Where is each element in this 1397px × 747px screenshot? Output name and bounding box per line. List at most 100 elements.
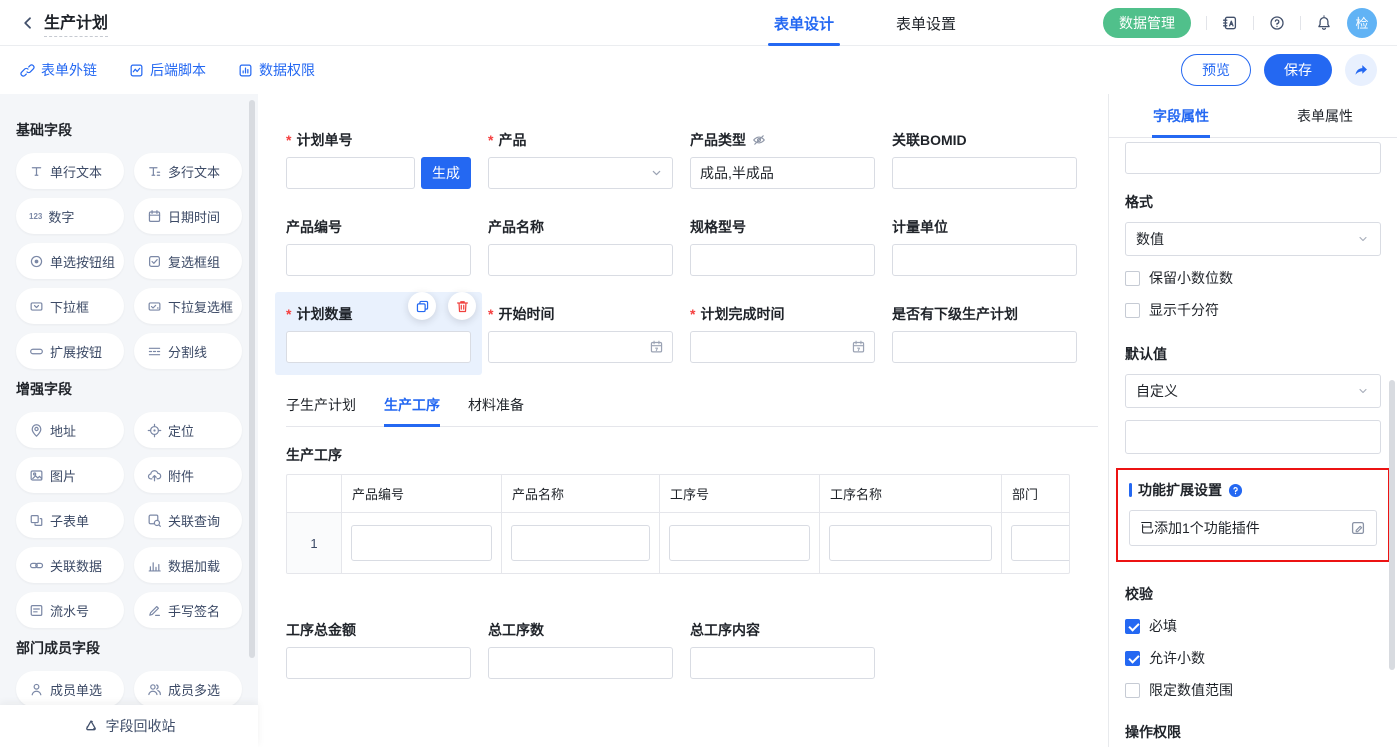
data-manage-button[interactable]: 数据管理 (1103, 8, 1191, 38)
canvas-field[interactable]: 总工序内容 (679, 608, 886, 691)
field-recycle-bin[interactable]: 字段回收站 (0, 705, 258, 747)
sidebar-item[interactable]: 下拉复选框 (134, 288, 242, 324)
canvas-field[interactable]: *计划数量 (275, 292, 482, 375)
field-input[interactable] (690, 331, 875, 363)
default-value-select[interactable]: 自定义 (1125, 374, 1381, 408)
canvas-field[interactable]: *计划完成时间 (679, 292, 886, 375)
sidebar-item[interactable]: 日期时间 (134, 198, 242, 234)
sidebar-item[interactable]: 多行文本 (134, 153, 242, 189)
format-option[interactable]: 保留小数位数 (1125, 268, 1381, 288)
panel-tab-1[interactable]: 表单属性 (1253, 94, 1397, 137)
canvas-field[interactable]: 总工序数 (477, 608, 684, 691)
field-input[interactable] (488, 331, 673, 363)
field-input[interactable]: 成品,半成品 (690, 157, 875, 189)
canvas-field[interactable]: 产品名称 (477, 205, 684, 288)
format-checkbox[interactable] (1125, 303, 1140, 318)
table-cell-input[interactable] (669, 525, 810, 561)
panel-tab-0[interactable]: 字段属性 (1109, 94, 1253, 137)
header-tab-0[interactable]: 表单设计 (768, 0, 840, 46)
toolbar-link[interactable]: 后端脚本 (129, 60, 206, 80)
sidebar-item[interactable]: 图片 (16, 457, 124, 493)
field-input[interactable] (892, 157, 1077, 189)
format-select[interactable]: 数值 (1125, 222, 1381, 256)
preview-button[interactable]: 预览 (1181, 54, 1251, 86)
validation-checkbox[interactable] (1125, 619, 1140, 634)
canvas-field[interactable]: 关联BOMID (881, 118, 1088, 201)
sidebar-item[interactable]: 成员单选 (16, 671, 124, 707)
subform-table[interactable]: 产品编号产品名称工序号工序名称部门 1 (286, 474, 1070, 574)
save-button[interactable]: 保存 (1264, 54, 1332, 86)
share-button[interactable] (1345, 54, 1377, 86)
generate-button[interactable]: 生成 (421, 157, 471, 189)
header-tab-1[interactable]: 表单设置 (890, 0, 962, 46)
edit-icon[interactable] (1350, 520, 1366, 536)
panel-scrollbar[interactable] (1389, 380, 1395, 670)
canvas-field[interactable]: *产品 (477, 118, 684, 201)
validation-option[interactable]: 必填 (1125, 616, 1381, 636)
table-cell-input[interactable] (1011, 525, 1070, 561)
field-property-input[interactable] (1125, 142, 1381, 174)
validation-checkbox[interactable] (1125, 651, 1140, 666)
field-input[interactable] (690, 244, 875, 276)
validation-option[interactable]: 限定数值范围 (1125, 680, 1381, 700)
sidebar-item[interactable]: 关联查询 (134, 502, 242, 538)
toolbar-link[interactable]: 表单外链 (20, 60, 97, 80)
validation-option[interactable]: 允许小数 (1125, 648, 1381, 668)
canvas-field[interactable]: *计划单号生成 (275, 118, 482, 201)
toolbar-link[interactable]: 数据权限 (238, 60, 315, 80)
back-icon[interactable] (20, 15, 36, 31)
canvas-field[interactable]: *开始时间 (477, 292, 684, 375)
sidebar-item[interactable]: 地址 (16, 412, 124, 448)
field-input[interactable] (892, 244, 1077, 276)
default-value-input[interactable] (1125, 420, 1381, 454)
copy-field-button[interactable] (408, 292, 436, 320)
canvas-field[interactable]: 产品类型成品,半成品 (679, 118, 886, 201)
sidebar-item[interactable]: 关联数据 (16, 547, 124, 583)
sidebar-item[interactable]: 123数字 (16, 198, 124, 234)
field-input[interactable] (892, 331, 1077, 363)
field-input[interactable] (286, 331, 471, 363)
field-input[interactable] (286, 157, 415, 189)
table-cell-input[interactable] (829, 525, 992, 561)
page-title[interactable]: 生产计划 (44, 9, 108, 37)
avatar[interactable]: 检 (1347, 8, 1377, 38)
subform-tab-0[interactable]: 子生产计划 (286, 395, 356, 426)
sidebar-item[interactable]: 单行文本 (16, 153, 124, 189)
sidebar-item[interactable]: 附件 (134, 457, 242, 493)
sidebar-item[interactable]: 成员多选 (134, 671, 242, 707)
subform-tab-1[interactable]: 生产工序 (384, 395, 440, 426)
format-option[interactable]: 显示千分符 (1125, 300, 1381, 320)
extension-plugin-field[interactable]: 已添加1个功能插件 (1129, 510, 1377, 546)
sidebar-item[interactable]: 子表单 (16, 502, 124, 538)
field-input[interactable] (488, 647, 673, 679)
sidebar-item[interactable]: 流水号 (16, 592, 124, 628)
canvas-field[interactable]: 规格型号 (679, 205, 886, 288)
canvas-field[interactable]: 工序总金额 (275, 608, 482, 691)
sidebar-scrollbar[interactable] (249, 100, 255, 658)
field-input[interactable] (286, 244, 471, 276)
sidebar-item[interactable]: 扩展按钮 (16, 333, 124, 369)
table-cell-input[interactable] (351, 525, 492, 561)
validation-checkbox[interactable] (1125, 683, 1140, 698)
help-filled-icon[interactable] (1228, 483, 1243, 498)
sidebar-item[interactable]: 数据加载 (134, 547, 242, 583)
sidebar-item[interactable]: 定位 (134, 412, 242, 448)
canvas-field[interactable]: 产品编号 (275, 205, 482, 288)
sidebar-item[interactable]: 分割线 (134, 333, 242, 369)
field-input[interactable] (286, 647, 471, 679)
sidebar-item[interactable]: 手写签名 (134, 592, 242, 628)
subform-tab-2[interactable]: 材料准备 (468, 395, 524, 426)
bell-icon[interactable] (1316, 15, 1332, 31)
delete-field-button[interactable] (448, 292, 476, 320)
canvas-field[interactable]: 计量单位 (881, 205, 1088, 288)
sidebar-item[interactable]: 单选按钮组 (16, 243, 124, 279)
help-icon[interactable] (1269, 15, 1285, 31)
field-input[interactable] (488, 244, 673, 276)
format-checkbox[interactable] (1125, 271, 1140, 286)
field-input[interactable] (690, 647, 875, 679)
canvas-field[interactable]: 是否有下级生产计划 (881, 292, 1088, 375)
changelog-icon[interactable] (1222, 15, 1238, 31)
sidebar-item[interactable]: 复选框组 (134, 243, 242, 279)
field-input[interactable] (488, 157, 673, 189)
sidebar-item[interactable]: 下拉框 (16, 288, 124, 324)
